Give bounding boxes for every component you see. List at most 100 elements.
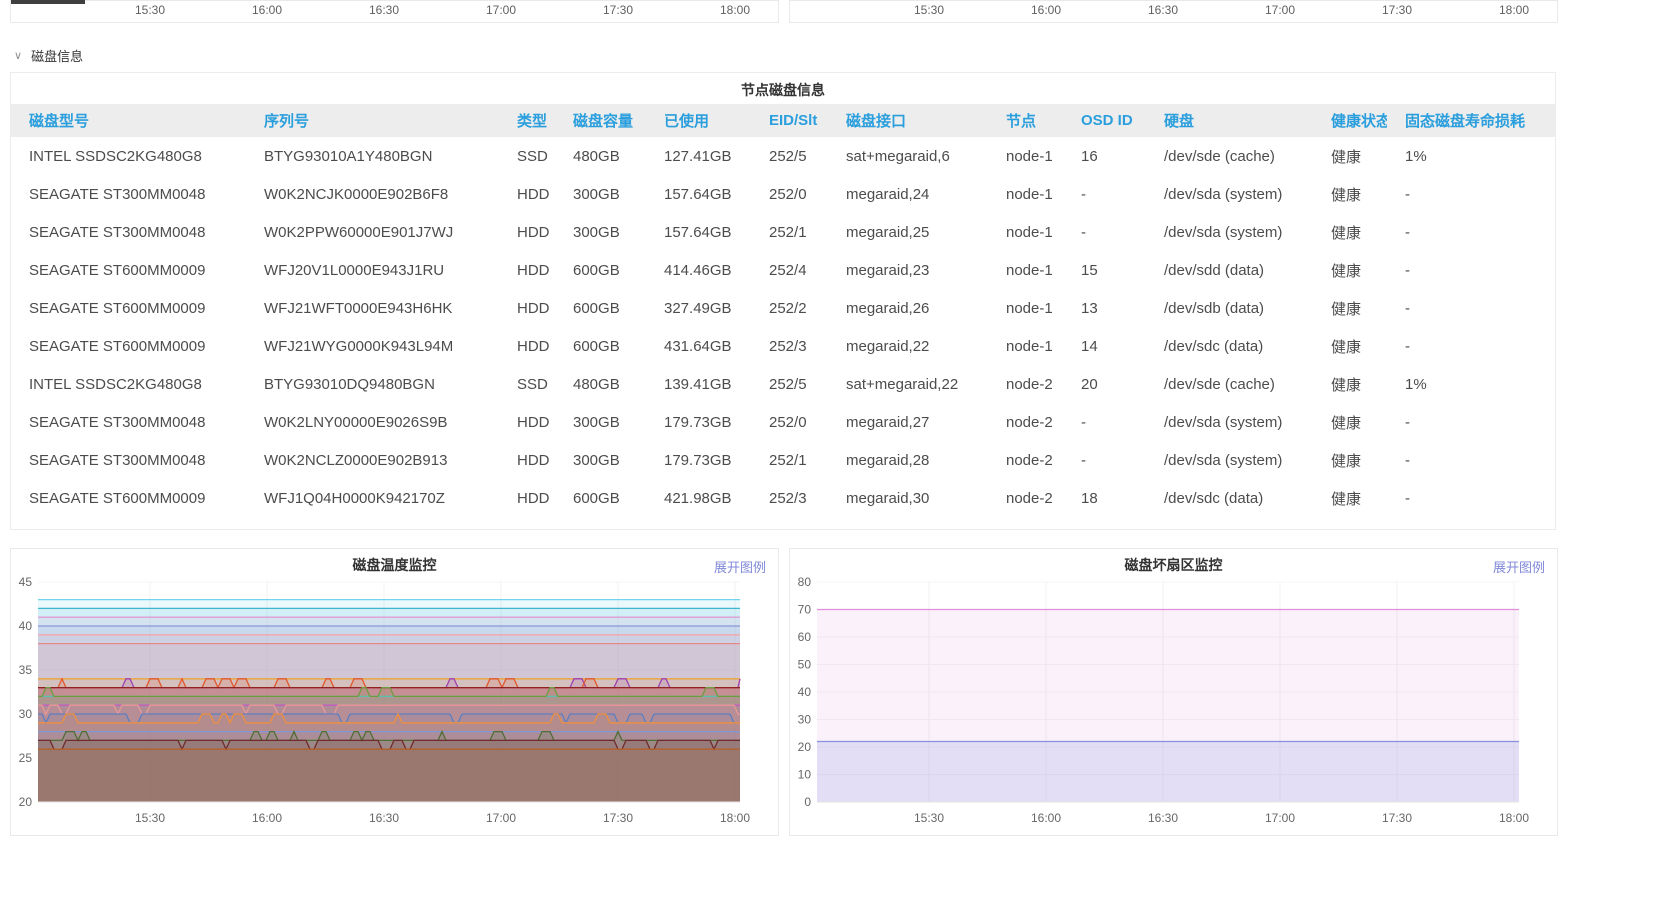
disk-info-section-title: 磁盘信息 — [31, 46, 83, 65]
column-header: 硬盘 — [1146, 104, 1313, 137]
table-cell: SEAGATE ST300MM0048 — [11, 403, 246, 441]
table-cell: SEAGATE ST600MM0009 — [11, 289, 246, 327]
table-cell: HDD — [499, 213, 555, 251]
table-cell: node-1 — [988, 213, 1063, 251]
table-cell: 300GB — [555, 213, 646, 251]
column-header: EID/Slt — [751, 104, 828, 137]
table-cell: 600GB — [555, 327, 646, 365]
x-axis-tick-label: 17:00 — [1245, 3, 1315, 17]
chevron-down-icon[interactable]: ∨ — [14, 49, 22, 62]
table-row: SEAGATE ST600MM0009WFJ20V1L0000E943J1RUH… — [11, 251, 1555, 289]
table-row: INTEL SSDSC2KG480G8BTYG93010A1Y480BGNSSD… — [11, 137, 1555, 175]
y-axis-tick-label: 25 — [19, 751, 33, 765]
table-cell: HDD — [499, 289, 555, 327]
x-axis-tick-label: 16:00 — [1031, 811, 1061, 825]
table-cell: megaraid,30 — [828, 479, 988, 517]
table-cell: 600GB — [555, 479, 646, 517]
table-cell: - — [1387, 327, 1555, 365]
table-cell: HDD — [499, 251, 555, 289]
x-axis-tick-label: 16:00 — [232, 3, 302, 17]
table-row: SEAGATE ST300MM0048W0K2NCLZ0000E902B913H… — [11, 441, 1555, 479]
table-cell: /dev/sde (cache) — [1146, 365, 1313, 403]
expand-legend-button[interactable]: 展开图例 — [1493, 557, 1545, 576]
table-cell: - — [1063, 175, 1146, 213]
table-cell: node-1 — [988, 175, 1063, 213]
disk-table: 磁盘型号序列号类型磁盘容量已使用EID/Slt磁盘接口节点OSD ID硬盘健康状… — [11, 104, 1555, 517]
table-cell: 300GB — [555, 403, 646, 441]
table-row: SEAGATE ST300MM0048W0K2PPW60000E901J7WJH… — [11, 213, 1555, 251]
table-cell: 健康 — [1313, 479, 1387, 517]
x-axis-tick-label: 17:30 — [1362, 3, 1432, 17]
table-cell: 421.98GB — [646, 479, 751, 517]
y-axis-tick-label: 20 — [19, 795, 33, 809]
table-cell: SEAGATE ST300MM0048 — [11, 441, 246, 479]
table-cell: SEAGATE ST300MM0048 — [11, 175, 246, 213]
disk-bad-sector-chart-card: 8070605040302010015:3016:0016:3017:0017:… — [789, 548, 1558, 836]
disk-info-section-header[interactable]: ∨ 磁盘信息 — [14, 46, 83, 65]
expand-legend-button[interactable]: 展开图例 — [714, 557, 766, 576]
table-cell: /dev/sda (system) — [1146, 213, 1313, 251]
y-axis-tick-label: 20 — [798, 740, 812, 754]
disk-bad-sector-chart-canvas[interactable]: 8070605040302010015:3016:0016:3017:0017:… — [790, 549, 1559, 837]
column-header: 固态磁盘寿命损耗 — [1387, 104, 1555, 137]
table-cell: 127.41GB — [646, 137, 751, 175]
table-cell: 252/3 — [751, 479, 828, 517]
y-axis-tick-label: 50 — [798, 658, 812, 672]
table-cell: 1% — [1387, 137, 1555, 175]
table-cell: 15 — [1063, 251, 1146, 289]
table-cell: 252/3 — [751, 327, 828, 365]
y-axis-tick-label: 0 — [804, 795, 811, 809]
table-cell: - — [1387, 251, 1555, 289]
table-cell: W0K2NCLZ0000E902B913 — [246, 441, 499, 479]
table-cell: SSD — [499, 365, 555, 403]
disk-temperature-chart-title: 磁盘温度监控 — [11, 555, 778, 575]
table-cell: 139.41GB — [646, 365, 751, 403]
table-cell: 252/0 — [751, 403, 828, 441]
table-cell: 健康 — [1313, 175, 1387, 213]
table-cell: 480GB — [555, 365, 646, 403]
x-axis-tick-label: 16:30 — [369, 811, 399, 825]
x-axis-tick-label: 17:30 — [583, 3, 653, 17]
table-cell: 健康 — [1313, 365, 1387, 403]
table-cell: W0K2LNY00000E9026S9B — [246, 403, 499, 441]
y-axis-tick-label: 45 — [19, 575, 33, 589]
table-cell: BTYG93010DQ9480BGN — [246, 365, 499, 403]
y-axis-tick-label: 10 — [798, 768, 812, 782]
table-cell: - — [1387, 479, 1555, 517]
disk-temperature-chart-card: 45403530252015:3016:0016:3017:0017:3018:… — [10, 548, 779, 836]
table-cell: 252/1 — [751, 213, 828, 251]
table-cell: BTYG93010A1Y480BGN — [246, 137, 499, 175]
table-cell: 健康 — [1313, 213, 1387, 251]
disk-temperature-chart-canvas[interactable]: 45403530252015:3016:0016:3017:0017:3018:… — [11, 549, 780, 837]
table-cell: node-1 — [988, 289, 1063, 327]
y-axis-tick-label: 40 — [19, 619, 33, 633]
table-cell: 健康 — [1313, 251, 1387, 289]
table-cell: 20 — [1063, 365, 1146, 403]
table-cell: 300GB — [555, 441, 646, 479]
table-cell: /dev/sde (cache) — [1146, 137, 1313, 175]
table-cell: W0K2PPW60000E901J7WJ — [246, 213, 499, 251]
x-axis-tick-label: 16:00 — [252, 811, 282, 825]
x-axis-tick-label: 15:30 — [914, 811, 944, 825]
column-header: 磁盘容量 — [555, 104, 646, 137]
x-axis-tick-label: 15:30 — [894, 3, 964, 17]
table-cell: HDD — [499, 403, 555, 441]
x-axis-tick-label: 15:30 — [135, 811, 165, 825]
table-cell: /dev/sdd (data) — [1146, 251, 1313, 289]
table-cell: - — [1063, 403, 1146, 441]
table-cell: megaraid,26 — [828, 289, 988, 327]
node-disk-table-card: 节点磁盘信息 磁盘型号序列号类型磁盘容量已使用EID/Slt磁盘接口节点OSD … — [10, 72, 1556, 530]
column-header: 健康状态 — [1313, 104, 1387, 137]
x-axis-tick-label: 17:30 — [1382, 811, 1412, 825]
table-cell: - — [1387, 175, 1555, 213]
table-cell: 健康 — [1313, 327, 1387, 365]
table-cell: - — [1387, 403, 1555, 441]
table-cell: 18 — [1063, 479, 1146, 517]
x-axis-tick-label: 15:30 — [115, 3, 185, 17]
table-cell: - — [1063, 213, 1146, 251]
table-row: SEAGATE ST600MM0009WFJ21WFT0000E943H6HKH… — [11, 289, 1555, 327]
table-cell: node-1 — [988, 251, 1063, 289]
column-header: 节点 — [988, 104, 1063, 137]
table-cell: 252/5 — [751, 365, 828, 403]
x-axis-tick-label: 18:00 — [1479, 3, 1549, 17]
